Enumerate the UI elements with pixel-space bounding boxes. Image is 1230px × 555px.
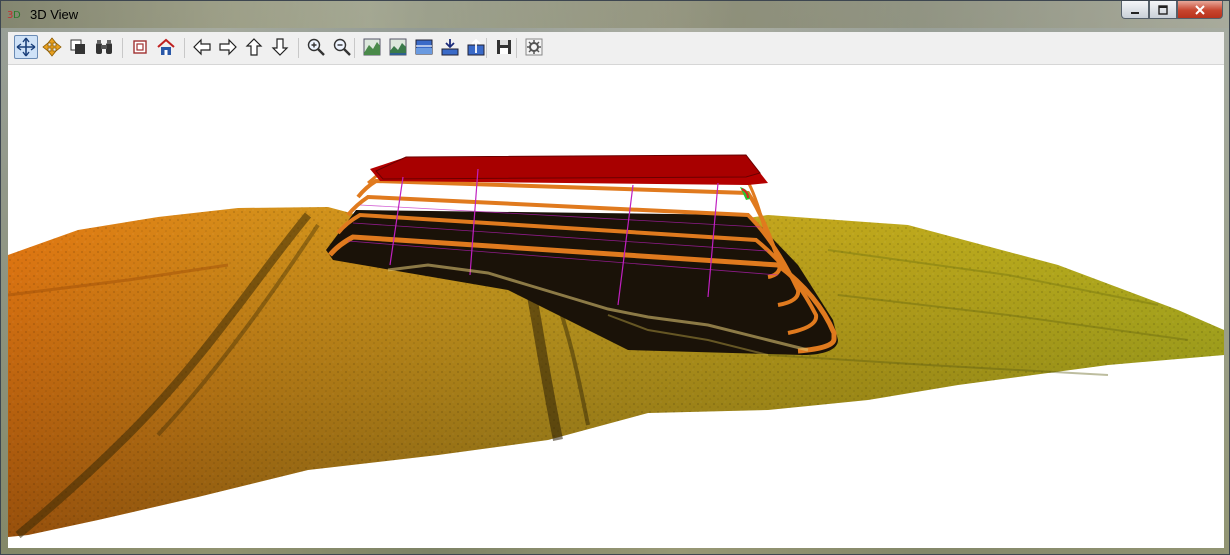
zoom-out-tool-button[interactable] (330, 35, 354, 59)
minimize-icon (1131, 11, 1139, 14)
move-left-tool-button[interactable] (190, 35, 214, 59)
settings-icon (525, 38, 543, 56)
3d-terrain-scene (8, 154, 1224, 539)
3d-view-window: 3 D 3D View (0, 0, 1230, 555)
layers-icon (70, 39, 85, 54)
svg-text:D: D (13, 10, 21, 21)
save-icon (497, 40, 511, 54)
close-button[interactable] (1177, 1, 1223, 19)
title-bar[interactable]: 3 D 3D View (1, 1, 1229, 28)
binoculars-icon (96, 40, 112, 54)
minimize-button[interactable] (1121, 1, 1149, 19)
maximize-button[interactable] (1149, 1, 1177, 19)
settings-tool-button[interactable] (522, 35, 546, 59)
maximize-icon (1158, 4, 1168, 15)
toolbar (8, 32, 1224, 65)
raise-level-icon (467, 38, 485, 56)
terrain-tool-1-button[interactable] (360, 35, 384, 59)
terrain-icon (363, 38, 381, 56)
move-down-tool-button[interactable] (268, 35, 292, 59)
move-up-tool-button[interactable] (242, 35, 266, 59)
terrain-icon (389, 38, 407, 56)
3d-viewport[interactable] (8, 65, 1224, 548)
rotate-tool-button[interactable] (14, 35, 38, 59)
layers-tool-button[interactable] (66, 35, 90, 59)
pan-move-icon (42, 37, 62, 57)
zoom-in-tool-button[interactable] (304, 35, 328, 59)
arrow-up-icon (245, 38, 263, 56)
water-level-icon (415, 39, 433, 55)
zoom-out-icon (333, 38, 351, 56)
window-title: 3D View (30, 7, 79, 22)
fit-extent-icon (133, 40, 147, 54)
save-tool-button[interactable] (492, 35, 516, 59)
move-right-tool-button[interactable] (216, 35, 240, 59)
rotate-arrows-icon (16, 37, 36, 57)
raise-level-tool-button[interactable] (464, 35, 488, 59)
arrow-down-icon (271, 38, 289, 56)
3d-view-app-icon: 3 D (7, 10, 21, 21)
arrow-left-icon (193, 38, 211, 56)
home-view-tool-button[interactable] (154, 35, 178, 59)
lower-level-tool-button[interactable] (438, 35, 462, 59)
close-icon (1195, 4, 1205, 15)
pan-tool-button[interactable] (40, 35, 64, 59)
binoculars-tool-button[interactable] (92, 35, 116, 59)
fit-extent-tool-button[interactable] (128, 35, 152, 59)
water-level-tool-button[interactable] (412, 35, 436, 59)
arrow-right-icon (219, 38, 237, 56)
zoom-in-icon (307, 38, 325, 56)
terrain-tool-2-button[interactable] (386, 35, 410, 59)
lower-level-icon (441, 39, 459, 56)
home-icon (157, 38, 175, 55)
